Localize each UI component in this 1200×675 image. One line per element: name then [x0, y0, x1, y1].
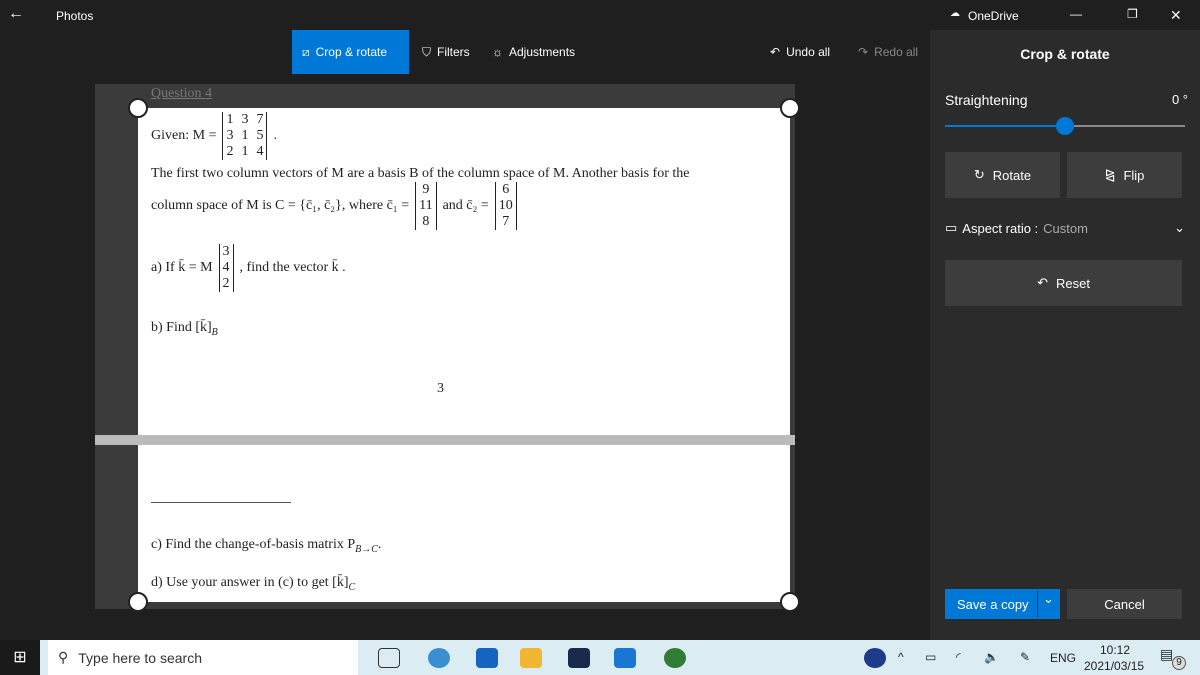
- matrix-entry: 10: [498, 198, 513, 213]
- page-1: Given: M = 137315214. The first two colu…: [138, 108, 790, 435]
- battery-icon[interactable]: ▭: [925, 650, 936, 664]
- matrix-entry: 1: [241, 128, 249, 143]
- edge-dev-icon[interactable]: [664, 648, 686, 668]
- clock-date[interactable]: 2021/03/15: [1084, 659, 1144, 673]
- wifi-icon[interactable]: ◜: [956, 650, 961, 664]
- straightening-label: Straightening: [945, 92, 1028, 108]
- matrix-entry: 5: [256, 128, 264, 143]
- panel-title: Crop & rotate: [1020, 46, 1110, 62]
- help-icon[interactable]: [864, 648, 886, 668]
- text-line-1: The first two column vectors of M are a …: [151, 166, 690, 181]
- redo-all-button[interactable]: ↷ Redo all: [848, 30, 928, 74]
- onedrive-icon: ☁: [950, 8, 960, 19]
- crop-handle-top-right[interactable]: [780, 98, 800, 118]
- matrix-entry: 4: [222, 260, 230, 275]
- matrix-entry: 8: [422, 214, 430, 229]
- matrix-entry: 7: [256, 112, 264, 127]
- crop-rotate-button[interactable]: ⧄ Crop & rotate: [292, 30, 409, 74]
- page-2: c) Find the change-of-basis matrix PB→C.…: [138, 445, 790, 602]
- mail-icon[interactable]: [476, 648, 498, 668]
- pen-icon[interactable]: ✎: [1020, 650, 1030, 664]
- undo-all-button[interactable]: ↶ Undo all: [760, 30, 840, 74]
- vector-c2: 6 10 7: [494, 182, 517, 230]
- reset-button[interactable]: ↶ Reset: [945, 260, 1182, 306]
- reset-icon: ↶: [1037, 275, 1048, 290]
- rotate-icon: ↻: [973, 167, 985, 182]
- matrix-m: 137315214: [222, 112, 268, 160]
- taskbar: ⊞ ⚲ Type here to search ^ ▭ ◜ 🔈 ✎ ENG 10:…: [0, 640, 1200, 675]
- photos-icon[interactable]: [614, 648, 636, 668]
- matrix-entry: 3: [241, 112, 249, 127]
- matrix-entry: 4: [256, 144, 264, 159]
- aspect-ratio-dropdown[interactable]: ▭ Aspect ratio : Custom ⌄: [945, 220, 1185, 236]
- minimize-button[interactable]: —: [1070, 7, 1082, 21]
- matrix-entry: 9: [422, 182, 430, 197]
- sun-icon: ☼: [492, 45, 503, 59]
- flip-button[interactable]: ⧎ Flip: [1067, 152, 1182, 198]
- crop-handle-bottom-right[interactable]: [780, 592, 800, 612]
- straighten-slider[interactable]: [945, 117, 1185, 135]
- edge-icon[interactable]: [428, 648, 450, 668]
- matrix-entry: 3: [222, 244, 230, 259]
- chevron-down-icon: ⌄: [1174, 220, 1185, 235]
- matrix-entry: 2: [222, 276, 230, 291]
- matrix-entry: 1: [241, 144, 249, 159]
- text-line-2: column space of M is C = {c̄₁, c̄₂}, whe…: [151, 198, 410, 213]
- back-button[interactable]: ←: [8, 5, 24, 23]
- part-b: b) Find [k̄]B: [151, 320, 218, 338]
- adjustments-button[interactable]: ☼ Adjustments: [482, 30, 585, 74]
- onedrive-label[interactable]: OneDrive: [968, 9, 1019, 23]
- part-d: d) Use your answer in (c) to get [k̄]C: [151, 575, 356, 593]
- chevron-down-icon[interactable]: ⌄: [1037, 591, 1059, 617]
- matrix-entry: 3: [226, 128, 234, 143]
- part-c: c) Find the change-of-basis matrix PB→C.: [151, 537, 382, 555]
- aspect-icon: ▭: [945, 220, 958, 235]
- search-icon: ⚲: [58, 649, 69, 665]
- app-title: Photos: [56, 9, 94, 23]
- slider-thumb[interactable]: [1056, 117, 1074, 135]
- cancel-button[interactable]: Cancel: [1067, 589, 1182, 619]
- file-explorer-icon[interactable]: [520, 648, 542, 668]
- flip-icon: ⧎: [1104, 167, 1116, 182]
- part-a-text-2: , find the vector k̄ .: [239, 260, 346, 275]
- crop-icon: ⧄: [302, 44, 310, 59]
- clock-time[interactable]: 10:12: [1100, 643, 1130, 657]
- question-label: Question 4: [151, 86, 213, 101]
- save-copy-button[interactable]: Save a copy ⌄: [945, 589, 1060, 619]
- volume-icon[interactable]: 🔈: [984, 650, 999, 664]
- close-button[interactable]: ✕: [1170, 7, 1182, 24]
- task-view-icon[interactable]: [378, 648, 400, 668]
- and-text: and c̄₂ =: [442, 198, 489, 213]
- title-bar: ← Photos ☁ OneDrive — ❐ ✕: [0, 0, 1200, 30]
- matrix-entry: 2: [226, 144, 234, 159]
- vector-c1: 9 11 8: [415, 182, 437, 230]
- matrix-entry: 1: [226, 112, 234, 127]
- maximize-button[interactable]: ❐: [1127, 7, 1138, 21]
- matrix-entry: 6: [502, 182, 510, 197]
- page-number: 3: [437, 381, 444, 396]
- divider: [151, 502, 291, 503]
- filters-button[interactable]: ⛉ Filters: [412, 30, 480, 74]
- search-box[interactable]: ⚲ Type here to search: [48, 640, 358, 675]
- crop-rotate-panel: Crop & rotate Straightening 0 ° ↻ Rotate …: [930, 30, 1200, 640]
- store-icon[interactable]: [568, 648, 590, 668]
- notification-count: 9: [1172, 656, 1186, 670]
- undo-icon: ↶: [770, 45, 781, 59]
- redo-icon: ↷: [858, 45, 869, 59]
- windows-start-icon[interactable]: ⊞: [0, 640, 40, 675]
- editor-toolbar: ⧄ Crop & rotate ⛉ Filters ☼ Adjustments ↶ Un…: [0, 30, 930, 76]
- language-indicator[interactable]: ENG: [1050, 651, 1076, 665]
- chevron-up-icon[interactable]: ^: [898, 650, 904, 664]
- crop-handle-top-left[interactable]: [128, 98, 148, 118]
- crop-handle-bottom-left[interactable]: [128, 592, 148, 612]
- vector-a: 342: [218, 244, 234, 292]
- page-gap: [95, 435, 795, 445]
- part-a-text: a) If k̄ = M: [151, 260, 213, 275]
- given-text: Given: M =: [151, 128, 217, 143]
- angle-value: 0 °: [1171, 92, 1188, 107]
- rotate-button[interactable]: ↻ Rotate: [945, 152, 1060, 198]
- matrix-entry: 7: [502, 214, 510, 229]
- matrix-entry: 11: [419, 198, 433, 213]
- filters-icon: ⛉: [422, 44, 432, 59]
